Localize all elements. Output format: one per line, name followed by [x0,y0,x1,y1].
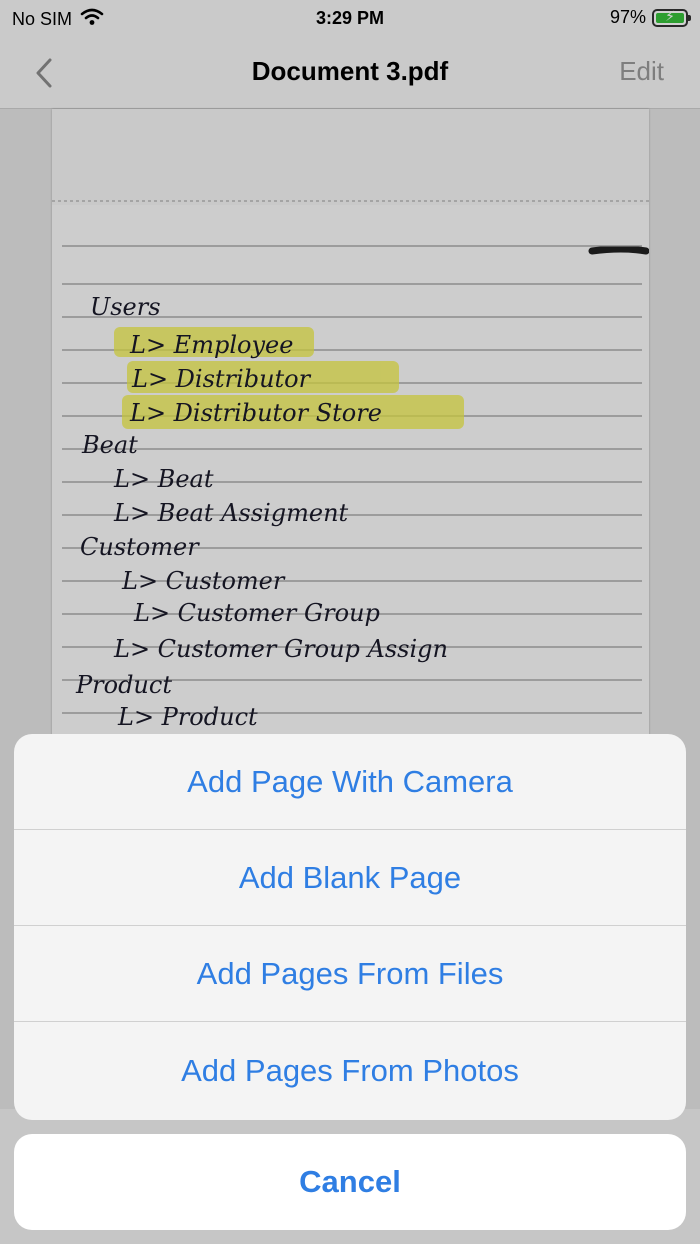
cancel-button[interactable]: Cancel [14,1134,686,1230]
add-blank-page-button[interactable]: Add Blank Page [14,830,686,926]
add-pages-from-photos-button[interactable]: Add Pages From Photos [14,1022,686,1120]
add-page-with-camera-button[interactable]: Add Page With Camera [14,734,686,830]
add-pages-from-files-button[interactable]: Add Pages From Files [14,926,686,1022]
action-sheet: Add Page With Camera Add Blank Page Add … [14,734,686,1120]
